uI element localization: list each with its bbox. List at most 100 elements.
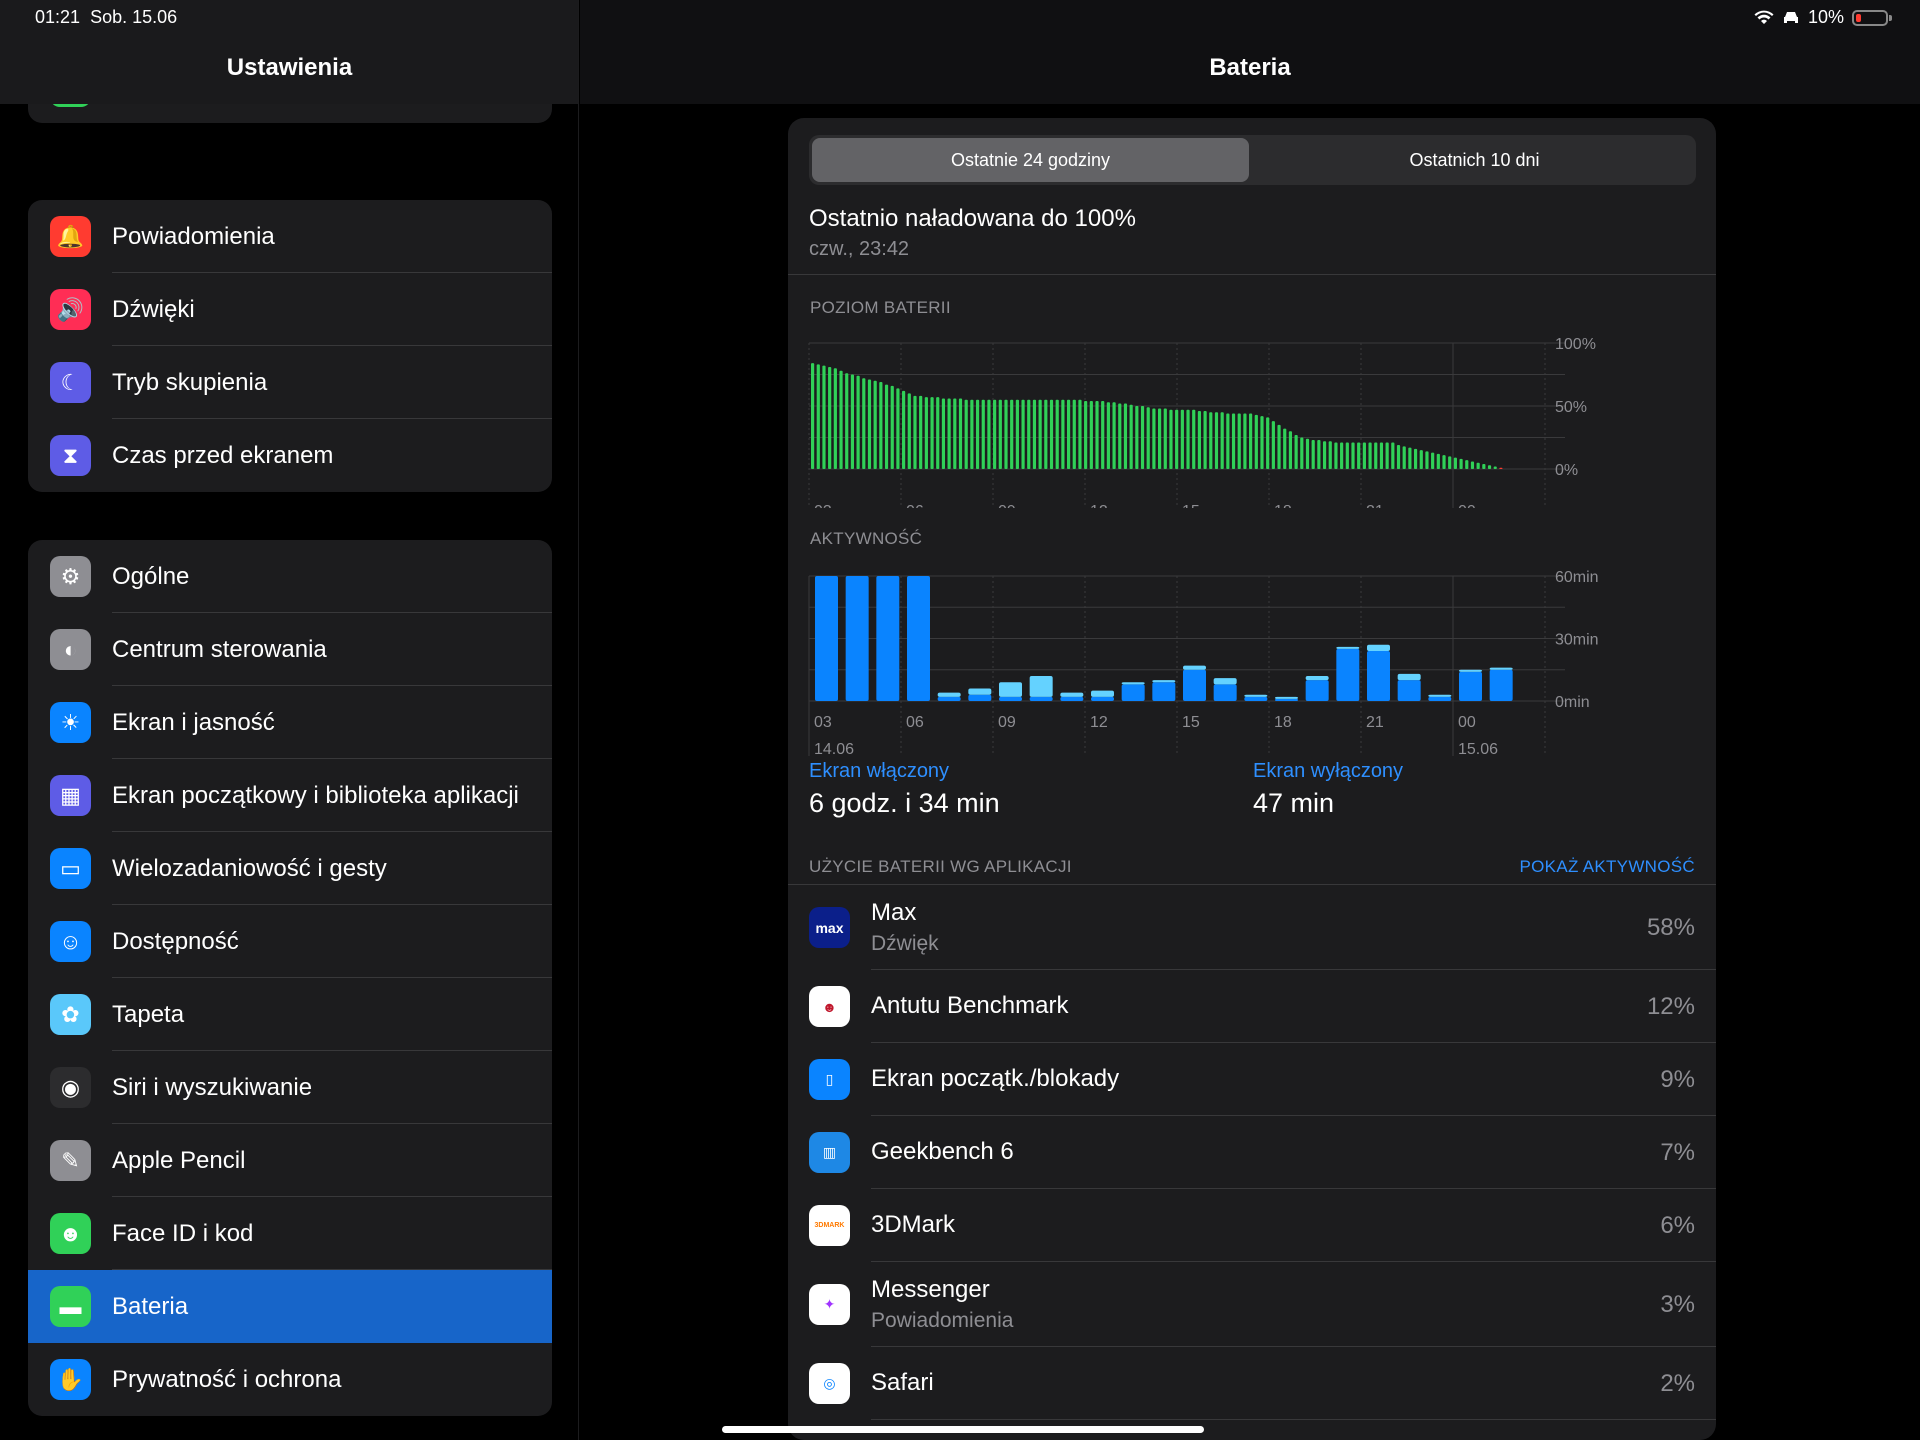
activity-screen-on-bar bbox=[1152, 682, 1176, 701]
battery-level-bar bbox=[1169, 409, 1173, 469]
battery-level-bar bbox=[828, 366, 832, 469]
activity-screen-off-bar bbox=[1029, 676, 1053, 697]
sidebar-item-speaker[interactable]: 🔊 Dźwięki bbox=[28, 273, 552, 346]
battery-level-bar bbox=[1089, 400, 1093, 469]
battery-level-bar bbox=[1214, 412, 1219, 469]
app-usage-row[interactable]: ◎ Safari 2% bbox=[788, 1347, 1716, 1420]
sidebar-item-pencil[interactable]: ✎ Apple Pencil bbox=[28, 1124, 552, 1197]
3dmark-app-icon: 3DMARK bbox=[809, 1205, 850, 1246]
battery-level-bar bbox=[1180, 409, 1184, 469]
battery-level-bar bbox=[1305, 438, 1310, 469]
sidebar-item-flower[interactable]: ✿ Tapeta bbox=[28, 978, 552, 1051]
battery-level-bar bbox=[1254, 414, 1258, 469]
sidebar-item-label: Czas przed ekranem bbox=[112, 441, 334, 469]
battery-level-bar bbox=[1311, 440, 1315, 469]
battery-level-bar bbox=[1442, 455, 1446, 469]
page-title: Bateria bbox=[1209, 54, 1291, 81]
x-tick-label: 21 bbox=[1366, 503, 1384, 508]
app-usage-type: Dźwięk bbox=[871, 932, 939, 955]
show-activity-link[interactable]: POKAŻ AKTYWNOŚĆ bbox=[1520, 857, 1695, 877]
battery-level-bar bbox=[1271, 421, 1275, 469]
status-time: 01:21 Sob. 15.06 bbox=[35, 7, 178, 27]
sidebar-item-multitask[interactable]: ▭ Wielozadaniowość i gesty bbox=[28, 832, 552, 905]
app-usage-percent: 9% bbox=[1660, 1065, 1695, 1093]
battery-level-bar bbox=[1237, 413, 1241, 469]
battery-level-bar bbox=[873, 380, 877, 469]
battery-level-bar bbox=[1066, 399, 1071, 469]
battery-status-icon bbox=[1852, 9, 1892, 26]
sidebar-item-battery[interactable]: ▬ Bateria bbox=[28, 1270, 552, 1343]
battery-level-bar bbox=[1055, 399, 1059, 469]
sidebar-item-label: Bateria bbox=[112, 1292, 189, 1320]
activity-screen-on-bar bbox=[937, 696, 961, 701]
sidebar-item-sun[interactable]: ☀ Ekran i jasność bbox=[28, 686, 552, 759]
app-usage-row[interactable]: 3DMARK 3DMark 6% bbox=[788, 1189, 1716, 1262]
battery-level-bar bbox=[862, 378, 866, 469]
battery-level-bar bbox=[919, 395, 923, 469]
app-usage-percent: 2% bbox=[1660, 1369, 1695, 1397]
siri-icon: ◉ bbox=[50, 1067, 91, 1108]
sidebar-item-accessibility[interactable]: ☺ Dostępność bbox=[28, 905, 552, 978]
activity-screen-off-bar bbox=[1183, 665, 1206, 670]
battery-level-bar bbox=[1493, 466, 1497, 469]
battery-level-bar bbox=[1243, 413, 1247, 469]
battery-level-bar bbox=[1328, 441, 1332, 469]
battery-level-bar bbox=[1158, 408, 1162, 469]
battery-level-bar bbox=[1044, 399, 1048, 469]
x-tick-label: 03 bbox=[814, 503, 832, 508]
battery-level-bar bbox=[998, 399, 1002, 469]
battery-level-bar bbox=[1197, 411, 1202, 469]
app-name: 3DMark bbox=[871, 1211, 956, 1238]
battery-level-bar bbox=[1061, 399, 1065, 469]
sidebar-item-gear[interactable]: ⚙ Ogólne bbox=[28, 540, 552, 613]
app-name: Ekran początk./blokady bbox=[871, 1065, 1120, 1092]
battery-level-bar bbox=[1101, 400, 1105, 469]
activity-screen-on-bar bbox=[1275, 698, 1298, 701]
segment-last-10-days[interactable]: Ostatnich 10 dni bbox=[1256, 138, 1693, 182]
sidebar-item-bell[interactable]: 🔔 Powiadomienia bbox=[28, 200, 552, 273]
app-name: Geekbench 6 bbox=[871, 1138, 1014, 1165]
app-usage-row[interactable]: max Max Dźwięk 58% bbox=[788, 885, 1716, 970]
sidebar-item-siri[interactable]: ◉ Siri i wyszukiwanie bbox=[28, 1051, 552, 1124]
x-tick-label: 03 bbox=[814, 714, 832, 731]
sidebar-item-hourglass[interactable]: ⧗ Czas przed ekranem bbox=[28, 419, 552, 492]
x-tick-label: 09 bbox=[998, 714, 1016, 731]
sidebar-item-faceid[interactable]: ☻ Face ID i kod bbox=[28, 1197, 552, 1270]
screen-off-value: 47 min bbox=[1253, 788, 1335, 818]
activity-screen-off-bar bbox=[968, 688, 992, 695]
segment-last-24h[interactable]: Ostatnie 24 godziny bbox=[812, 138, 1249, 182]
battery-level-bar bbox=[1010, 399, 1014, 469]
app-usage-row[interactable]: ▥ Geekbench 6 7% bbox=[788, 1116, 1716, 1189]
max-app-icon: max bbox=[809, 907, 850, 948]
app-usage-row[interactable]: ☻ Antutu Benchmark 12% bbox=[788, 970, 1716, 1043]
battery-level-bar bbox=[850, 374, 855, 469]
battery-level-bar bbox=[1032, 399, 1037, 469]
settings-group: ⚙ Ogólne ◐ Centrum sterowania ☀ Ekran i jasno… bbox=[28, 540, 552, 1416]
activity-screen-off-bar bbox=[1275, 696, 1298, 699]
battery-level-bar bbox=[1112, 402, 1116, 469]
sidebar-item-grid[interactable]: ▦ Ekran początkowy i biblioteka aplikacji bbox=[28, 759, 552, 832]
pencil-icon: ✎ bbox=[50, 1140, 91, 1181]
status-right: 10% bbox=[1754, 7, 1892, 28]
activity-screen-on-bar bbox=[1213, 684, 1237, 701]
x-tick-label: 06 bbox=[906, 503, 924, 508]
sidebar-item-label: Tryb skupienia bbox=[112, 368, 268, 396]
app-usage-percent: 3% bbox=[1660, 1290, 1695, 1318]
sidebar-item-label: Prywatność i ochrona bbox=[112, 1365, 342, 1393]
activity-label: AKTYWNOŚĆ bbox=[810, 529, 923, 548]
battery-level-bar bbox=[936, 397, 940, 469]
sidebar-item-label: Apple Pencil bbox=[112, 1146, 246, 1174]
activity-screen-on-bar bbox=[1091, 696, 1114, 701]
battery-level-bar bbox=[1135, 406, 1139, 469]
app-usage-row[interactable]: ✦ Messenger Powiadomienia 3% bbox=[788, 1262, 1716, 1347]
sidebar-item-hand[interactable]: ✋ Prywatność i ochrona bbox=[28, 1343, 552, 1416]
activity-screen-off-bar bbox=[1305, 676, 1329, 681]
battery-level-bar bbox=[1459, 458, 1463, 469]
activity-screen-off-bar bbox=[1336, 646, 1360, 649]
battery-level-bar bbox=[1448, 456, 1452, 469]
sidebar-item-moon[interactable]: ☾ Tryb skupienia bbox=[28, 346, 552, 419]
sidebar-item-toggles[interactable]: ◐ Centrum sterowania bbox=[28, 613, 552, 686]
app-usage-row[interactable]: ▯ Ekran początk./blokady 9% bbox=[788, 1043, 1716, 1116]
grid-icon: ▦ bbox=[50, 775, 91, 816]
battery-level-bar bbox=[1413, 448, 1418, 469]
